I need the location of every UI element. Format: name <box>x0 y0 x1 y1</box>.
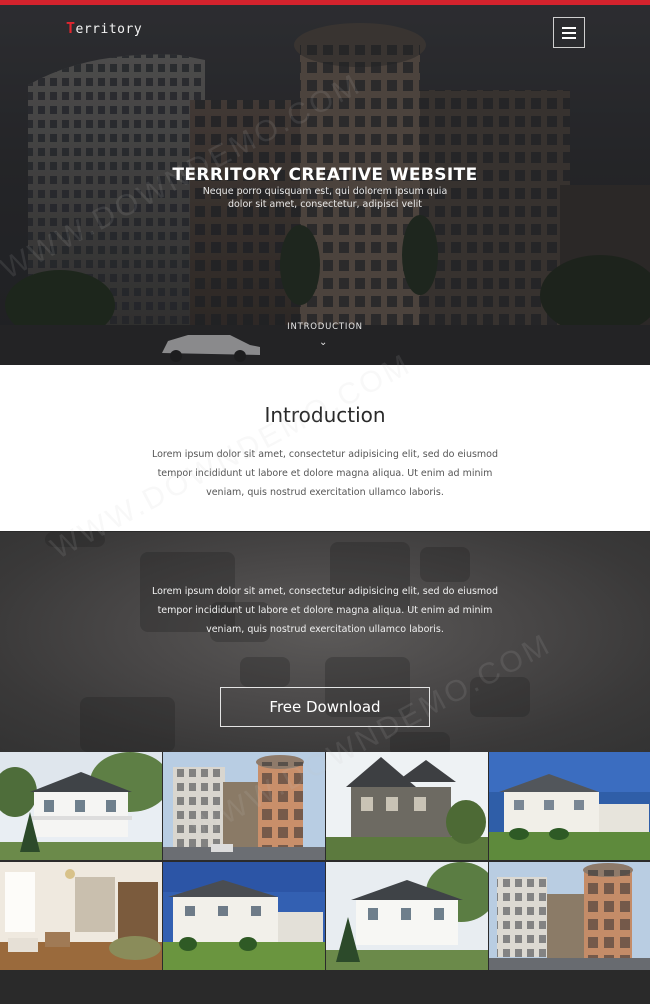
decorative-shape <box>390 732 450 752</box>
gallery-image[interactable] <box>0 752 162 860</box>
gallery-image[interactable] <box>326 862 488 970</box>
decorative-shape <box>420 547 470 582</box>
menu-bar <box>562 31 576 34</box>
brand-name: erritory <box>75 22 143 37</box>
menu-bar <box>562 36 576 39</box>
decorative-shape <box>240 657 290 687</box>
gallery-image[interactable] <box>489 862 650 970</box>
decorative-shape <box>80 697 175 752</box>
brand-initial: T <box>66 19 76 37</box>
page-footer <box>0 970 650 1004</box>
gallery-image[interactable] <box>0 862 162 970</box>
introduction-scroll-link[interactable]: INTRODUCTION <box>0 322 650 332</box>
decorative-shape <box>470 677 530 717</box>
chevron-down-icon[interactable]: ⌄ <box>319 337 327 348</box>
hero-section: Territory TERRITORY CREATIVE WEBSITE Neq… <box>0 5 650 365</box>
hamburger-icon[interactable] <box>553 17 585 48</box>
promo-text: Lorem ipsum dolor sit amet, consectetur … <box>151 586 499 635</box>
gallery-image[interactable] <box>489 752 650 860</box>
promo-section: Lorem ipsum dolor sit amet, consectetur … <box>0 532 650 752</box>
introduction-text: Lorem ipsum dolor sit amet, consectetur … <box>151 449 499 498</box>
brand-logo[interactable]: Territory <box>66 19 142 37</box>
menu-bar <box>562 26 576 29</box>
gallery-image[interactable] <box>163 752 325 860</box>
gallery-image[interactable] <box>163 862 325 970</box>
hero-title: TERRITORY CREATIVE WEBSITE <box>172 165 478 185</box>
introduction-heading: Introduction <box>264 403 386 427</box>
introduction-section: Introduction Lorem ipsum dolor sit amet,… <box>0 365 650 531</box>
property-gallery <box>0 752 650 970</box>
decorative-shape <box>45 532 105 547</box>
free-download-button[interactable]: Free Download <box>220 687 430 727</box>
hero-subtitle: Neque porro quisquam est, qui dolorem ip… <box>202 186 448 210</box>
gallery-image[interactable] <box>326 752 488 860</box>
